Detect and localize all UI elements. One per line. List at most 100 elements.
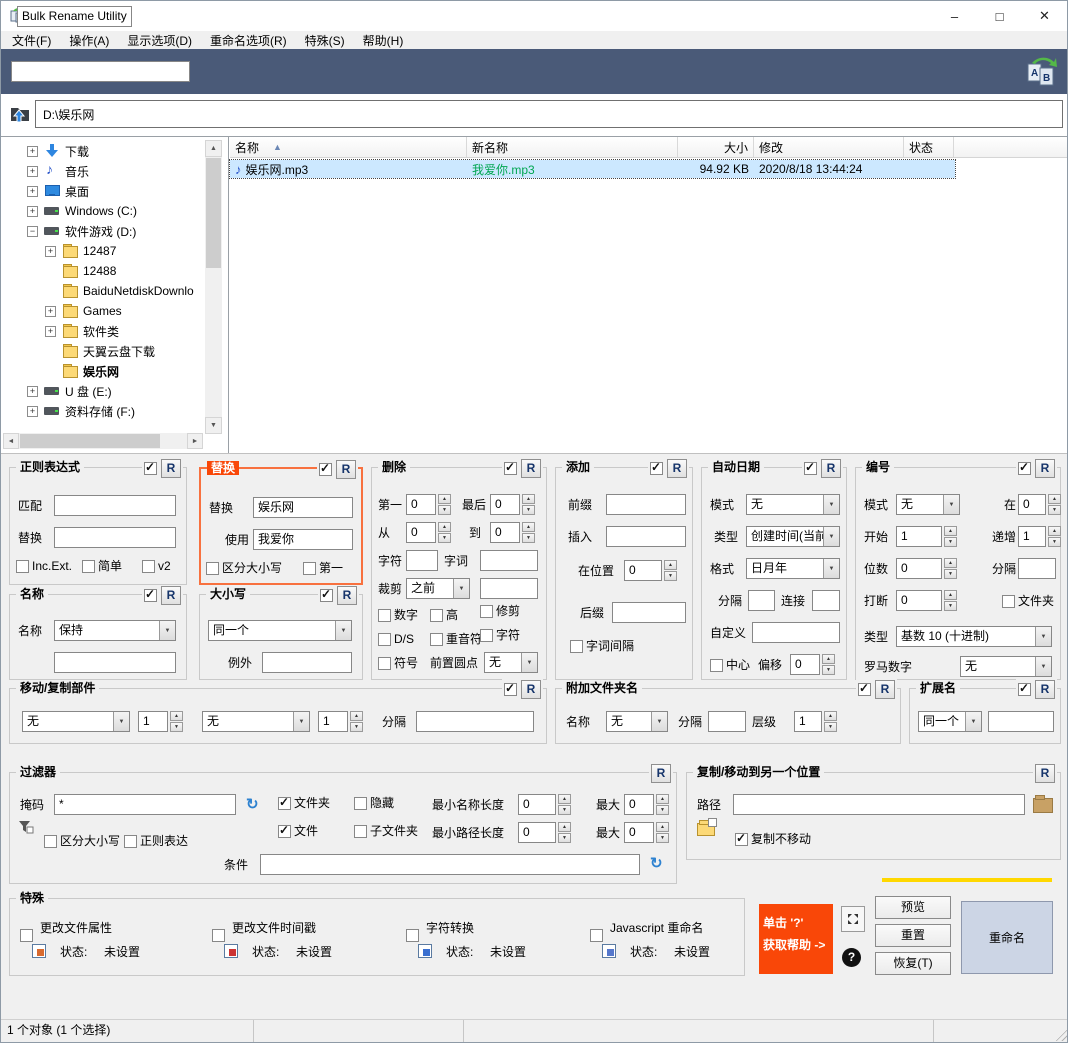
tree-item[interactable]: +U 盘 (E:) [1, 381, 228, 401]
minimize-button[interactable]: – [932, 1, 977, 31]
date-type-select[interactable]: 创建时间(当前 [746, 526, 840, 547]
tree-item[interactable]: +12487 [1, 241, 228, 261]
mask-input[interactable]: * [54, 794, 236, 815]
max-path-spinner[interactable]: 0 [624, 822, 669, 843]
date-mode-select[interactable]: 无 [746, 494, 840, 515]
match-case-checkbox[interactable] [206, 562, 219, 575]
rename-button[interactable]: 重命名 [961, 901, 1053, 974]
reset-group-button[interactable]: R [1035, 459, 1055, 478]
group-enabled-checkbox[interactable] [320, 589, 333, 602]
scroll-up-icon[interactable]: ▲ [205, 140, 222, 157]
condition-input[interactable] [260, 854, 640, 875]
group-enabled-checkbox[interactable] [504, 462, 517, 475]
group-enabled-checkbox[interactable] [144, 462, 157, 475]
expand-icon[interactable]: + [27, 406, 38, 417]
help-icon[interactable]: ? [842, 948, 861, 967]
simple-checkbox[interactable] [82, 560, 95, 573]
menu-item[interactable]: 重命名选项(R) [201, 31, 296, 49]
to-spinner[interactable]: 0 [490, 522, 535, 543]
filter-folders-checkbox[interactable] [278, 797, 291, 810]
num-folder-checkbox[interactable] [1002, 595, 1015, 608]
scrollbar-thumb[interactable] [206, 158, 221, 268]
moveparts-to-spinner[interactable]: 1 [318, 711, 363, 732]
menu-item[interactable]: 特殊(S) [296, 31, 354, 49]
at-pos-spinner[interactable]: 0 [624, 560, 677, 581]
tree-item[interactable]: 娱乐网 [1, 361, 228, 381]
close-button[interactable]: ✕ [1022, 1, 1067, 31]
crop-select[interactable]: 之前 [406, 578, 470, 599]
copy-path-input[interactable] [733, 794, 1025, 815]
from-spinner[interactable]: 0 [406, 522, 451, 543]
reset-group-button[interactable]: R [821, 459, 841, 478]
first-n-spinner[interactable]: 0 [406, 494, 451, 515]
last-n-spinner[interactable]: 0 [490, 494, 535, 515]
reset-group-button[interactable]: R [875, 680, 895, 699]
folder-up-icon[interactable] [9, 104, 31, 127]
table-row[interactable]: ♪娱乐网.mp3我爱你.mp394.92 KB2020/8/18 13:44:2… [230, 160, 955, 178]
menu-item[interactable]: 帮助(H) [354, 31, 413, 49]
reset-group-button[interactable]: R [161, 586, 181, 605]
special-checkbox[interactable] [406, 929, 419, 942]
date-format-select[interactable]: 日月年 [746, 558, 840, 579]
chars-input[interactable] [406, 550, 438, 571]
maximize-button[interactable]: □ [977, 1, 1022, 31]
compact-mode-button[interactable] [841, 906, 865, 932]
refresh-icon[interactable]: ↻ [246, 797, 259, 812]
reset-group-button[interactable]: R [1035, 680, 1055, 699]
first-only-checkbox[interactable] [303, 562, 316, 575]
expand-icon[interactable]: + [45, 326, 56, 337]
moveparts-to-select[interactable]: 无 [202, 711, 310, 732]
expand-icon[interactable]: + [27, 206, 38, 217]
expand-icon[interactable]: + [27, 146, 38, 157]
reset-group-button[interactable]: R [336, 460, 356, 479]
collapse-icon[interactable]: − [27, 226, 38, 237]
moveparts-from-spinner[interactable]: 1 [138, 711, 183, 732]
num-mode-select[interactable]: 无 [896, 494, 960, 515]
tree-item[interactable]: BaiduNetdiskDownlo [1, 281, 228, 301]
num-sep-input[interactable] [1018, 558, 1056, 579]
num-at-spinner[interactable]: 0 [1018, 494, 1061, 515]
group-enabled-checkbox[interactable] [144, 589, 157, 602]
inc-ext-checkbox[interactable] [16, 560, 29, 573]
num-start-spinner[interactable]: 1 [896, 526, 957, 547]
tree-vertical-scrollbar[interactable]: ▲ ▼ [205, 140, 222, 434]
tree-item[interactable]: +下载 [1, 141, 228, 161]
trim-checkbox[interactable] [480, 605, 493, 618]
reset-group-button[interactable]: R [1035, 764, 1055, 783]
reset-group-button[interactable]: R [161, 459, 181, 478]
menu-item[interactable]: 操作(A) [60, 31, 118, 49]
case-mode-select[interactable]: 同一个 [208, 620, 352, 641]
menu-item[interactable]: 显示选项(D) [118, 31, 201, 49]
reset-group-button[interactable]: R [651, 764, 671, 783]
appendfolder-name-select[interactable]: 无 [606, 711, 668, 732]
expand-icon[interactable]: + [27, 166, 38, 177]
tree-item[interactable]: +音乐 [1, 161, 228, 181]
word-space-checkbox[interactable] [570, 640, 583, 653]
num-incr-spinner[interactable]: 1 [1018, 526, 1061, 547]
copy-not-move-checkbox[interactable] [735, 833, 748, 846]
num-break-spinner[interactable]: 0 [896, 590, 957, 611]
tree-item[interactable]: +资料存储 (F:) [1, 401, 228, 421]
refresh-icon[interactable]: ↻ [650, 856, 663, 871]
min-name-spinner[interactable]: 0 [518, 794, 571, 815]
filter-files-checkbox[interactable] [278, 825, 291, 838]
appendfolder-sep-input[interactable] [708, 711, 746, 732]
name-fixed-input[interactable] [54, 652, 176, 673]
replace-input[interactable] [54, 527, 176, 548]
case-except-input[interactable] [262, 652, 352, 673]
moveparts-sep-input[interactable] [416, 711, 534, 732]
tree-item[interactable]: +桌面 [1, 181, 228, 201]
insert-input[interactable] [606, 526, 686, 547]
name-mode-select[interactable]: 保持 [54, 620, 176, 641]
group-enabled-checkbox[interactable] [858, 683, 871, 696]
num-pad-spinner[interactable]: 0 [896, 558, 957, 579]
special-checkbox[interactable] [20, 929, 33, 942]
tree-item[interactable]: +Games [1, 301, 228, 321]
reset-group-button[interactable]: R [521, 459, 541, 478]
with-input[interactable]: 我爱你 [253, 529, 353, 550]
group-enabled-checkbox[interactable] [319, 463, 332, 476]
date-sep-input[interactable] [748, 590, 775, 611]
words-input[interactable] [480, 550, 538, 571]
offset-spinner[interactable]: 0 [790, 654, 835, 675]
ds-checkbox[interactable] [378, 633, 391, 646]
